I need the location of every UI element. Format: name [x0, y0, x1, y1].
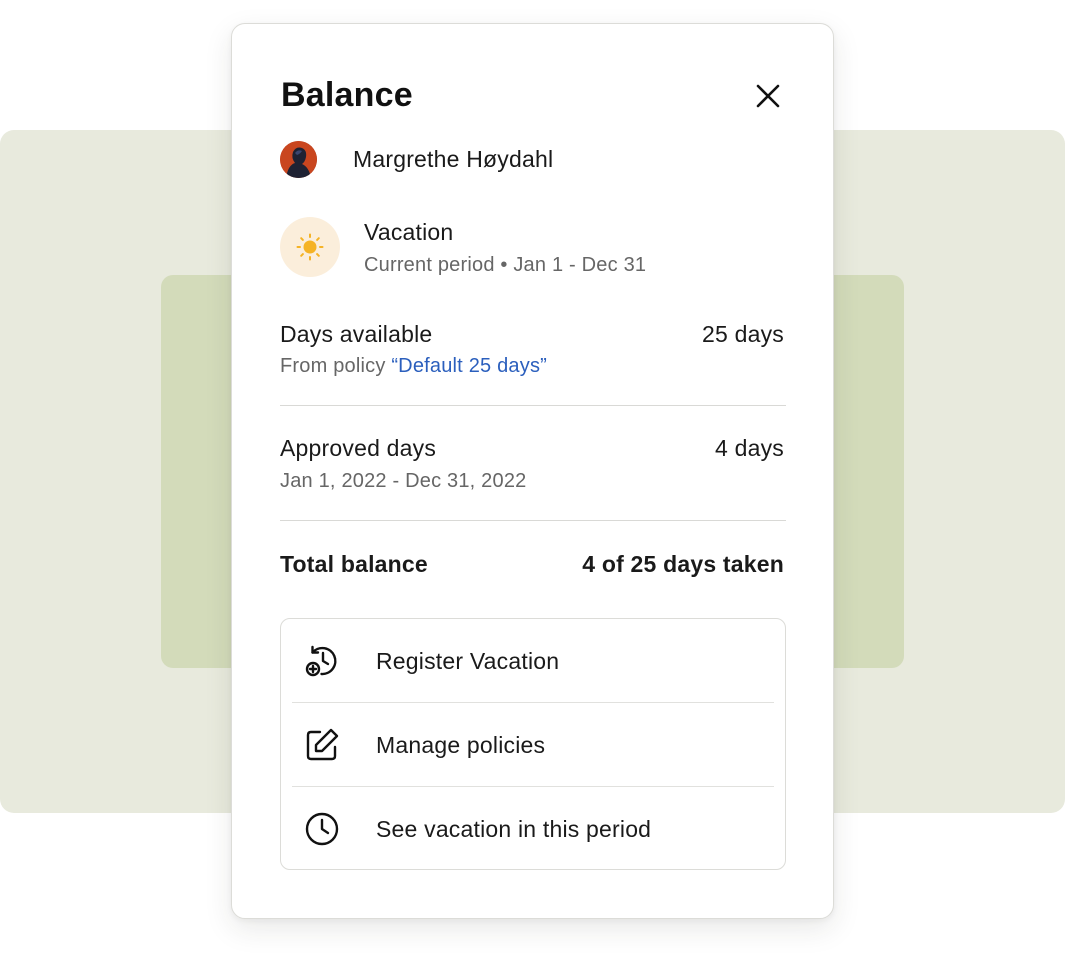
see-vacation-period-button[interactable]: See vacation in this period	[281, 787, 785, 871]
history-plus-icon	[303, 642, 341, 680]
clock-icon	[303, 810, 341, 848]
days-available-label: Days available	[280, 321, 433, 347]
days-available-value: 25 days	[702, 321, 784, 347]
leave-type-period: Current period • Jan 1 - Dec 31	[364, 254, 647, 276]
close-button[interactable]	[750, 78, 786, 114]
total-balance-label: Total balance	[280, 551, 428, 577]
approved-days-range: Jan 1, 2022 - Dec 31, 2022	[280, 470, 527, 492]
divider	[280, 405, 786, 406]
page: Balance Margrethe Høydahl Vacation Curre…	[0, 0, 1065, 953]
approved-days-label: Approved days	[280, 435, 437, 461]
actions-list: Register Vacation Manage policies See va…	[280, 618, 786, 870]
manage-policies-button[interactable]: Manage policies	[281, 703, 785, 787]
close-icon	[756, 84, 780, 108]
action-label: Manage policies	[376, 731, 546, 758]
sun-icon	[296, 233, 324, 261]
policy-source-prefix: From policy	[280, 355, 392, 377]
approved-days-value: 4 days	[715, 435, 784, 461]
divider	[280, 520, 786, 521]
leave-type-badge	[280, 217, 340, 277]
action-label: See vacation in this period	[376, 815, 652, 842]
policy-source: From policy “Default 25 days”	[280, 355, 547, 378]
leave-type-label: Vacation	[364, 219, 454, 245]
edit-icon	[303, 726, 341, 764]
employee-name: Margrethe Høydahl	[353, 146, 554, 172]
policy-link[interactable]: “Default 25 days”	[391, 355, 547, 377]
balance-dialog: Balance Margrethe Høydahl Vacation Curre…	[231, 23, 834, 919]
dialog-title: Balance	[281, 76, 413, 114]
avatar	[280, 141, 317, 178]
action-label: Register Vacation	[376, 647, 560, 674]
register-vacation-button[interactable]: Register Vacation	[281, 619, 785, 703]
total-balance-value: 4 of 25 days taken	[582, 551, 784, 577]
